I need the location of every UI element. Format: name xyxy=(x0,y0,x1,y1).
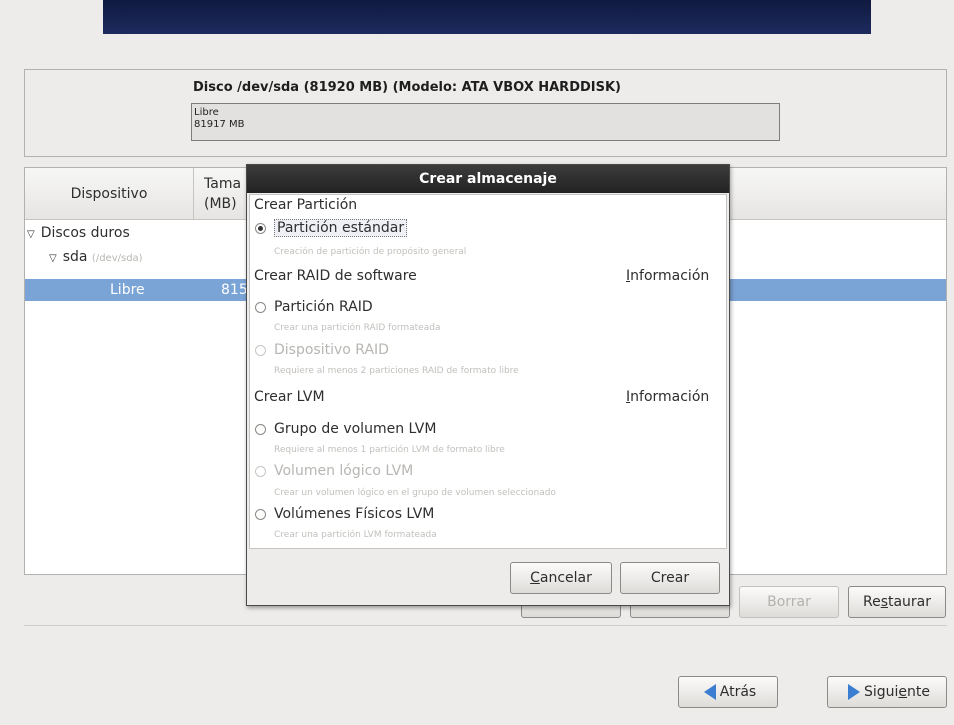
desc-standard-partition: Creación de partición de propósito gener… xyxy=(274,247,467,257)
radio-lvm-physical-volumes[interactable]: Volúmenes Físicos LVM xyxy=(255,506,434,522)
tree-row-label: sda xyxy=(62,249,88,265)
back-button[interactable]: Atrás xyxy=(678,676,778,708)
radio-raid-partition-label: Partición RAID xyxy=(274,299,373,315)
radio-lvm-volume-group-label: Grupo de volumen LVM xyxy=(274,421,437,437)
radio-raid-partition[interactable]: Partición RAID xyxy=(255,299,373,315)
desc-lvm-volume-group: Requiere al menos 1 partición LVM de for… xyxy=(274,445,505,455)
radio-lvm-logical-volume-label: Volumen lógico LVM xyxy=(274,463,414,479)
delete-button-label: Borrar xyxy=(767,594,811,610)
expander-down-icon[interactable]: ▽ xyxy=(27,224,35,246)
dialog-titlebar[interactable]: Crear almacenaje xyxy=(247,165,729,193)
free-space-label: Libre xyxy=(194,107,219,118)
column-header-size-line1: Tama xyxy=(204,176,242,192)
raid-info-link[interactable]: Información xyxy=(626,268,709,284)
section-create-lvm: Crear LVM xyxy=(254,389,325,405)
expander-down-icon[interactable]: ▽ xyxy=(49,248,57,270)
radio-raid-device-label: Dispositivo RAID xyxy=(274,342,389,358)
radio-lvm-logical-volume[interactable]: Volumen lógico LVM xyxy=(255,463,413,479)
column-header-size-line2: (MB) xyxy=(204,196,237,212)
next-button-label: Siguiente xyxy=(863,684,931,700)
desc-raid-partition: Crear una partición RAID formateada xyxy=(274,323,441,333)
lvm-info-link[interactable]: Información xyxy=(626,389,709,405)
radio-icon[interactable] xyxy=(255,301,266,313)
radio-lvm-physical-volumes-label: Volúmenes Físicos LVM xyxy=(274,506,435,522)
disk-title: Disco /dev/sda (81920 MB) (Modelo: ATA V… xyxy=(193,80,621,95)
tree-row-label: Discos duros xyxy=(40,225,130,241)
next-button[interactable]: Siguiente xyxy=(827,676,947,708)
arrow-right-icon xyxy=(847,684,860,700)
desc-lvm-logical-volume: Crear un volumen lógico en el grupo de v… xyxy=(274,488,556,498)
radio-standard-partition[interactable]: Partición estándar xyxy=(255,219,408,237)
dialog-title: Crear almacenaje xyxy=(419,171,557,187)
free-space-size: 81917 MB xyxy=(194,119,245,130)
create-button[interactable]: Crear xyxy=(620,562,720,594)
tree-row-size: 815 xyxy=(221,282,248,298)
column-header-size[interactable]: Tama (MB) xyxy=(204,174,241,214)
radio-icon[interactable] xyxy=(255,508,266,520)
delete-button[interactable]: Borrar xyxy=(739,586,839,618)
cancel-button[interactable]: Cancelar xyxy=(510,562,612,594)
cancel-button-label: Cancelar xyxy=(530,570,592,586)
radio-standard-partition-label: Partición estándar xyxy=(274,219,408,237)
tree-row-sublabel: (/dev/sda) xyxy=(91,253,143,264)
radio-icon[interactable] xyxy=(255,465,266,477)
desc-raid-device: Requiere al menos 2 particiones RAID de … xyxy=(274,366,519,376)
disk-usage-bar[interactable]: Libre 81917 MB xyxy=(191,103,780,141)
tree-row-label: Libre xyxy=(110,282,145,298)
radio-lvm-volume-group[interactable]: Grupo de volumen LVM xyxy=(255,421,436,437)
create-button-label: Crear xyxy=(650,570,690,586)
arrow-left-icon xyxy=(703,684,716,700)
reset-button-label: Restaurar xyxy=(862,594,932,610)
radio-icon[interactable] xyxy=(255,423,266,435)
column-header-device-label: Dispositivo xyxy=(70,185,148,202)
radio-icon[interactable] xyxy=(255,344,266,356)
reset-button[interactable]: Restaurar xyxy=(848,586,946,618)
section-create-raid: Crear RAID de software xyxy=(254,268,417,284)
section-create-partition: Crear Partición xyxy=(254,197,358,213)
separator xyxy=(24,625,947,626)
column-header-device[interactable]: Dispositivo xyxy=(25,168,194,219)
back-button-label: Atrás xyxy=(719,684,757,700)
radio-selected-icon[interactable] xyxy=(255,222,266,234)
header-banner xyxy=(103,0,871,34)
desc-lvm-physical-volumes: Crear una partición LVM formateada xyxy=(274,530,437,540)
radio-raid-device[interactable]: Dispositivo RAID xyxy=(255,342,389,358)
